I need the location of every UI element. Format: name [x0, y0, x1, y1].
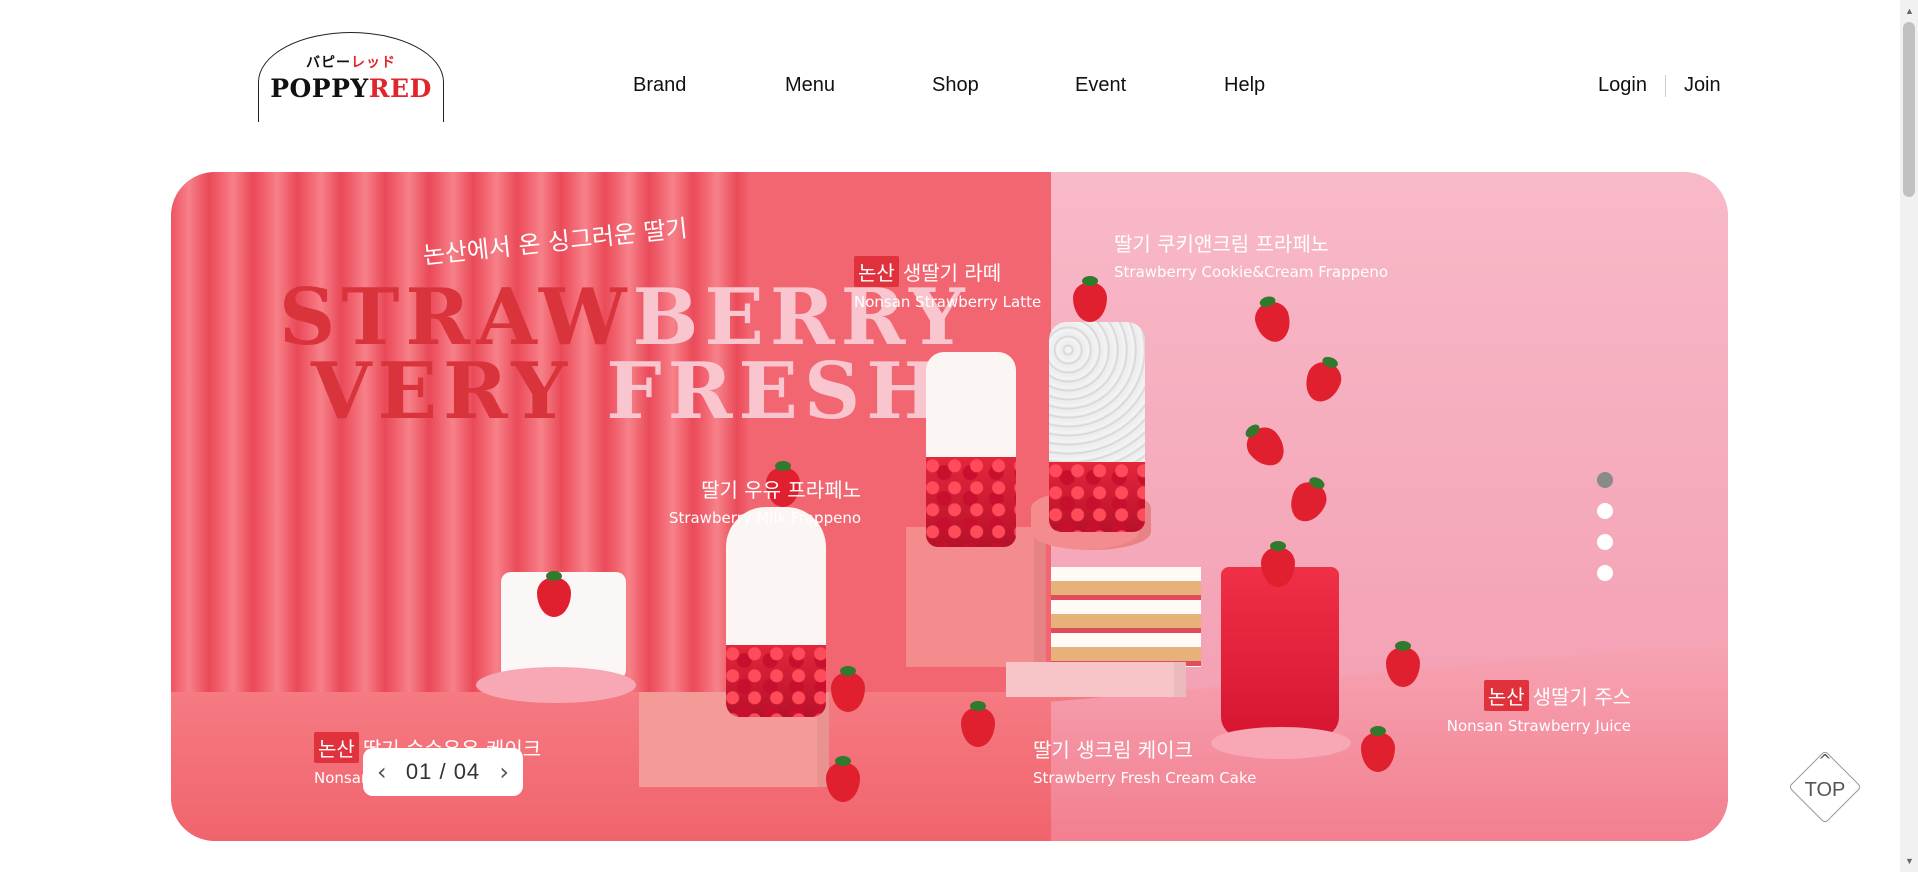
nav-help[interactable]: Help	[1224, 74, 1265, 97]
headline-very: VERY	[311, 346, 574, 437]
plate-left	[476, 667, 636, 703]
origin-tag: 논산	[854, 256, 899, 287]
cookie-frappe-cup	[1049, 322, 1145, 532]
slider-dot-4[interactable]	[1597, 565, 1613, 581]
fresh-cake-name-en: Strawberry Fresh Cream Cake	[1033, 769, 1257, 787]
site-header: バピーレッド POPPYRED Brand Menu Shop Event He…	[0, 0, 1900, 140]
join-link[interactable]: Join	[1684, 74, 1721, 97]
nav-menu[interactable]: Menu	[785, 74, 835, 97]
slider-dot-1[interactable]	[1597, 472, 1613, 488]
milk-frappe-name-ko: 딸기 우유 프라페노	[701, 478, 861, 502]
label-milk-frappe: 딸기 우유 프라페노 Strawberry Milk Frappeno	[491, 474, 861, 527]
cookie-frappe-name-ko: 딸기 쿠키앤크림 프라페노	[1114, 232, 1330, 256]
slide-current: 01	[405, 759, 433, 784]
headline-line-2: VERY FRESH	[311, 346, 946, 437]
label-cookie-frappe: 딸기 쿠키앤크림 프라페노 Strawberry Cookie&Cream Fr…	[1114, 228, 1388, 281]
milk-frappe-cup	[726, 507, 826, 717]
logo-kana: バピーレッド	[258, 52, 444, 72]
chevron-right-icon[interactable]: ›	[499, 758, 509, 786]
nav-brand[interactable]: Brand	[633, 74, 686, 97]
cake-slice	[1051, 567, 1201, 667]
latte-name-ko: 생딸기 라떼	[902, 261, 1002, 285]
nav-shop[interactable]: Shop	[932, 74, 979, 97]
auth-links: Login Join	[1598, 74, 1721, 97]
label-latte: 논산 생딸기 라떼 Nonsan Strawberry Latte	[854, 256, 1041, 311]
juice-glass	[1221, 567, 1339, 737]
top-label: TOP	[1804, 779, 1846, 801]
chevron-up-icon: ^	[1818, 751, 1832, 770]
logo-kana-part2: レッド	[351, 55, 396, 71]
logo-word-part2: RED	[368, 74, 432, 103]
label-fresh-cake: 딸기 생크림 케이크 Strawberry Fresh Cream Cake	[1033, 734, 1256, 787]
login-link[interactable]: Login	[1598, 74, 1647, 97]
latte-name-en: Nonsan Strawberry Latte	[854, 293, 1042, 311]
fresh-cake-name-ko: 딸기 생크림 케이크	[1033, 738, 1193, 762]
scroll-thumb[interactable]	[1903, 22, 1915, 197]
cookie-frappe-name-en: Strawberry Cookie&Cream Frappeno	[1114, 263, 1389, 281]
origin-tag: 논산	[1483, 680, 1529, 711]
headline-fresh: FRESH	[606, 346, 946, 437]
poppyred-logo[interactable]: バピーレッド POPPYRED	[258, 32, 444, 122]
logo-kana-part1: バピー	[306, 55, 351, 71]
latte-cup	[926, 352, 1016, 547]
juice-name-en: Nonsan Strawberry Juice	[1446, 717, 1631, 735]
display-block-center	[906, 527, 1046, 667]
cake-board	[1006, 662, 1186, 697]
back-to-top-button[interactable]: ^ TOP	[1787, 737, 1863, 839]
slide-counter: 01 / 04	[406, 759, 480, 785]
slider-dot-3[interactable]	[1597, 534, 1613, 550]
juice-name-ko: 생딸기 주스	[1532, 685, 1631, 709]
hero-banner[interactable]: 논산에서 온 싱그러운 딸기 STRAWBERRY VERY FRESH 논산 생…	[171, 172, 1728, 841]
slide-pager: ‹ 01 / 04 ›	[363, 748, 523, 796]
scroll-up-arrow-icon[interactable]: ▲	[1905, 6, 1914, 16]
logo-word-part1: POPPY	[270, 74, 369, 103]
origin-tag: 논산	[314, 732, 359, 763]
auth-divider	[1664, 74, 1666, 97]
logo-wordmark: POPPYRED	[258, 74, 444, 103]
slider-dot-2[interactable]	[1597, 503, 1613, 519]
slide-separator: /	[439, 759, 447, 784]
slider-dots	[1597, 472, 1613, 581]
chevron-left-icon[interactable]: ‹	[377, 758, 387, 786]
slide-total: 04	[453, 759, 481, 784]
label-juice: 논산 생딸기 주스 Nonsan Strawberry Juice	[1351, 680, 1631, 735]
scroll-down-arrow-icon[interactable]: ▼	[1905, 856, 1914, 866]
nav-event[interactable]: Event	[1075, 74, 1126, 97]
page-scrollbar[interactable]: ▲ ▼	[1900, 0, 1918, 872]
milk-frappe-name-en: Strawberry Milk Frappeno	[668, 509, 861, 527]
